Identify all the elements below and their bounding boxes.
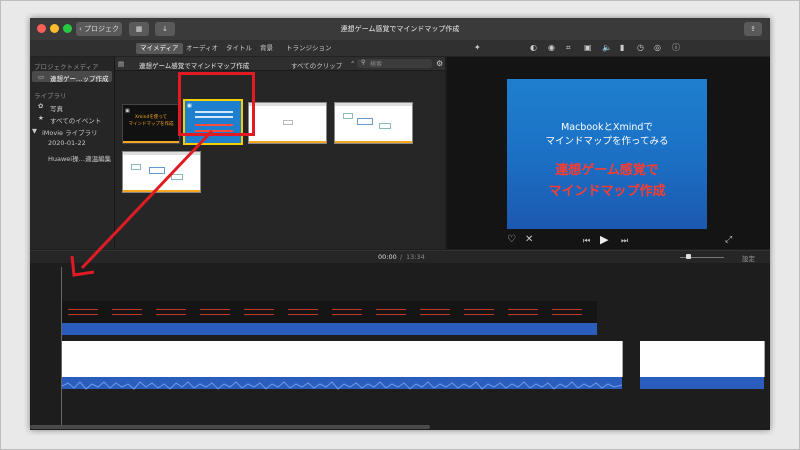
annotation-arrow xyxy=(70,129,214,277)
